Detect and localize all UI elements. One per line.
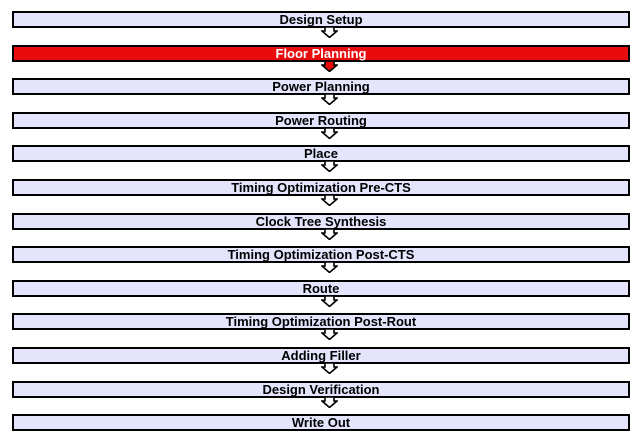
step-box-design-verification: Design Verification — [12, 381, 630, 398]
design-flow-diagram: Design Setup Floor Planning Power Planning… — [0, 0, 640, 434]
down-arrow-icon — [321, 27, 338, 38]
step-box-clock-tree-synthesis: Clock Tree Synthesis — [12, 213, 630, 230]
down-arrow-icon — [321, 128, 338, 139]
step-box-write-out: Write Out — [12, 414, 630, 431]
down-arrow-icon — [321, 161, 338, 172]
step-box-design-setup: Design Setup — [12, 11, 630, 28]
step-box-timing-optimization-post-rout: Timing Optimization Post-Rout — [12, 313, 630, 330]
down-arrow-icon — [321, 229, 338, 240]
step-box-route: Route — [12, 280, 630, 297]
step-box-floor-planning: Floor Planning — [12, 45, 630, 62]
step-box-power-planning: Power Planning — [12, 78, 630, 95]
step-box-power-routing: Power Routing — [12, 112, 630, 129]
down-arrow-icon — [321, 195, 338, 206]
down-arrow-icon — [321, 94, 338, 105]
down-arrow-icon — [321, 61, 338, 72]
step-box-place: Place — [12, 145, 630, 162]
step-box-timing-optimization-post-cts: Timing Optimization Post-CTS — [12, 246, 630, 263]
step-box-adding-filler: Adding Filler — [12, 347, 630, 364]
down-arrow-icon — [321, 329, 338, 340]
down-arrow-icon — [321, 296, 338, 307]
down-arrow-icon — [321, 397, 338, 408]
down-arrow-icon — [321, 363, 338, 374]
step-box-timing-optimization-pre-cts: Timing Optimization Pre-CTS — [12, 179, 630, 196]
down-arrow-icon — [321, 262, 338, 273]
